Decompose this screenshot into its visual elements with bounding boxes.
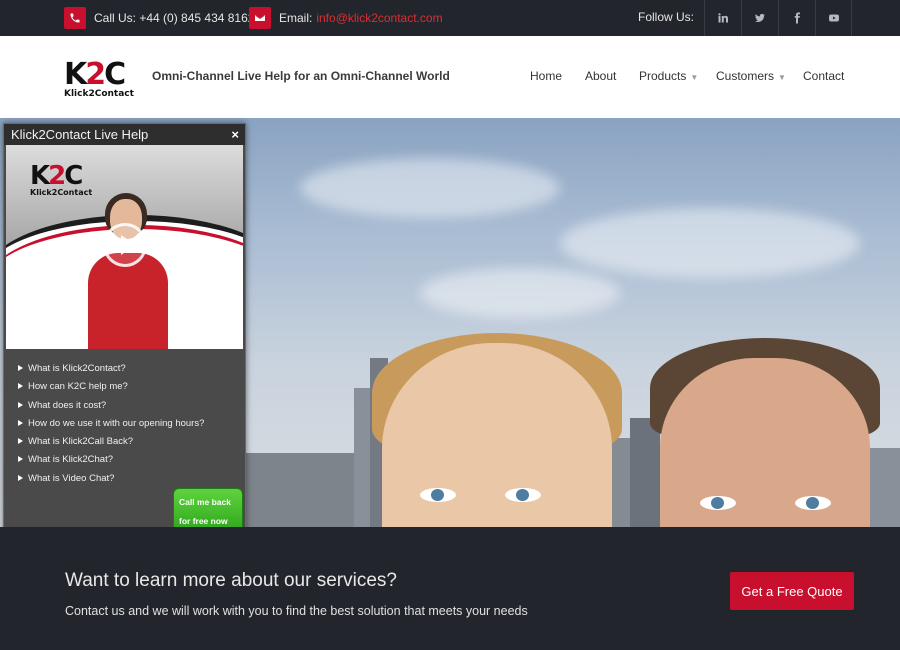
tagline: Omni-Channel Live Help for an Omni-Chann… — [152, 69, 450, 83]
video-logo-subtitle: Klick2Contact — [30, 188, 93, 197]
twitter-link[interactable] — [741, 0, 778, 36]
faq-link[interactable]: What is Klick2Chat? — [18, 451, 204, 469]
triangle-right-icon — [18, 419, 23, 426]
top-bar: Call Us: +44 (0) 845 434 8162 Email: info… — [0, 0, 900, 36]
nav-products[interactable]: Products ▼ — [639, 69, 698, 83]
follow-label: Follow Us: — [638, 10, 695, 24]
cta-band: Want to learn more about our services? C… — [0, 527, 900, 650]
live-help-widget: Klick2Contact Live Help × K2C Klick2Cont… — [3, 123, 246, 537]
nav-about[interactable]: About — [585, 69, 616, 83]
chevron-down-icon: ▼ — [690, 73, 699, 82]
faq-link[interactable]: What does it cost? — [18, 397, 204, 415]
phone-number[interactable]: +44 (0) 845 434 8162 — [139, 11, 254, 25]
cta-title: Want to learn more about our services? — [65, 570, 397, 591]
free-quote-button[interactable]: Get a Free Quote — [730, 572, 854, 610]
youtube-link[interactable] — [815, 0, 852, 36]
play-icon[interactable] — [103, 223, 147, 267]
video-player[interactable]: K2C Klick2Contact — [6, 145, 243, 349]
nav-products-label: Products — [639, 69, 687, 83]
email-contact[interactable]: Email: info@klick2contact.com — [249, 0, 443, 36]
logo-digit-2: 2 — [85, 57, 106, 92]
cta-subtitle: Contact us and we will work with you to … — [65, 604, 528, 618]
youtube-icon — [828, 14, 839, 22]
faq-link[interactable]: What is Video Chat? — [18, 470, 204, 488]
logo-letter-c: C — [104, 57, 126, 92]
faq-link[interactable]: How can K2C help me? — [18, 378, 204, 396]
nav-customers-label: Customers — [716, 69, 775, 83]
triangle-right-icon — [18, 383, 23, 390]
nav-home[interactable]: Home — [530, 69, 562, 83]
presenter-figure — [88, 253, 168, 349]
logo-letter-k: K — [64, 57, 87, 92]
facebook-icon — [794, 12, 800, 24]
video-logo-letter-c: C — [64, 161, 83, 191]
widget-title-text: Klick2Contact Live Help — [11, 127, 149, 142]
triangle-right-icon — [18, 365, 23, 371]
faq-link[interactable]: What is Klick2Call Back? — [18, 433, 204, 451]
phone-label: Call Us: — [94, 11, 137, 25]
faq-link-text: How do we use it with our opening hours? — [28, 417, 205, 429]
widget-title: Klick2Contact Live Help — [4, 124, 245, 145]
triangle-right-icon — [18, 474, 23, 481]
facebook-link[interactable] — [778, 0, 815, 36]
faq-link[interactable]: What is Klick2Contact? — [18, 360, 204, 378]
faq-link-text: What is Video Chat? — [28, 472, 115, 484]
nav-contact[interactable]: Contact — [803, 69, 844, 83]
envelope-icon — [249, 7, 271, 29]
triangle-right-icon — [18, 438, 23, 445]
triangle-right-icon — [18, 401, 23, 408]
faq-list: What is Klick2Contact? How can K2C help … — [18, 360, 204, 488]
faq-link-text: What does it cost? — [28, 399, 107, 411]
nav-contact-label: Contact — [803, 69, 845, 83]
site-header: K2C Klick2Contact Omni-Channel Live Help… — [0, 36, 900, 118]
video-logo-digit-2: 2 — [48, 161, 66, 191]
linkedin-icon — [718, 13, 728, 23]
video-logo-letter-k: K — [30, 161, 50, 191]
phone-icon — [64, 7, 86, 29]
free-quote-button-label: Get a Free Quote — [741, 583, 843, 599]
call-me-back-line1: Call me back — [179, 497, 231, 507]
nav-home-label: Home — [530, 69, 563, 83]
logo-subtitle: Klick2Contact — [64, 89, 134, 99]
faq-link[interactable]: How do we use it with our opening hours? — [18, 415, 204, 433]
email-link[interactable]: info@klick2contact.com — [316, 11, 442, 25]
faq-link-text: What is Klick2Call Back? — [28, 436, 134, 448]
nav-about-label: About — [585, 69, 617, 83]
triangle-right-icon — [18, 456, 23, 463]
email-label: Email: — [279, 11, 313, 25]
twitter-icon — [755, 13, 765, 23]
faq-link-text: How can K2C help me? — [28, 381, 128, 393]
video-logo: K2C Klick2Contact — [30, 163, 92, 197]
chevron-down-icon: ▼ — [778, 73, 786, 82]
faq-link-text: What is Klick2Chat? — [28, 454, 114, 466]
k2c-logo[interactable]: K2C Klick2Contact — [64, 60, 138, 100]
phone-contact[interactable]: Call Us: +44 (0) 845 434 8162 — [64, 0, 254, 36]
faq-link-text: What is Klick2Contact? — [28, 363, 126, 374]
close-icon[interactable]: × — [231, 124, 239, 145]
linkedin-link[interactable] — [704, 0, 741, 36]
nav-customers[interactable]: Customers ▼ — [716, 69, 786, 83]
